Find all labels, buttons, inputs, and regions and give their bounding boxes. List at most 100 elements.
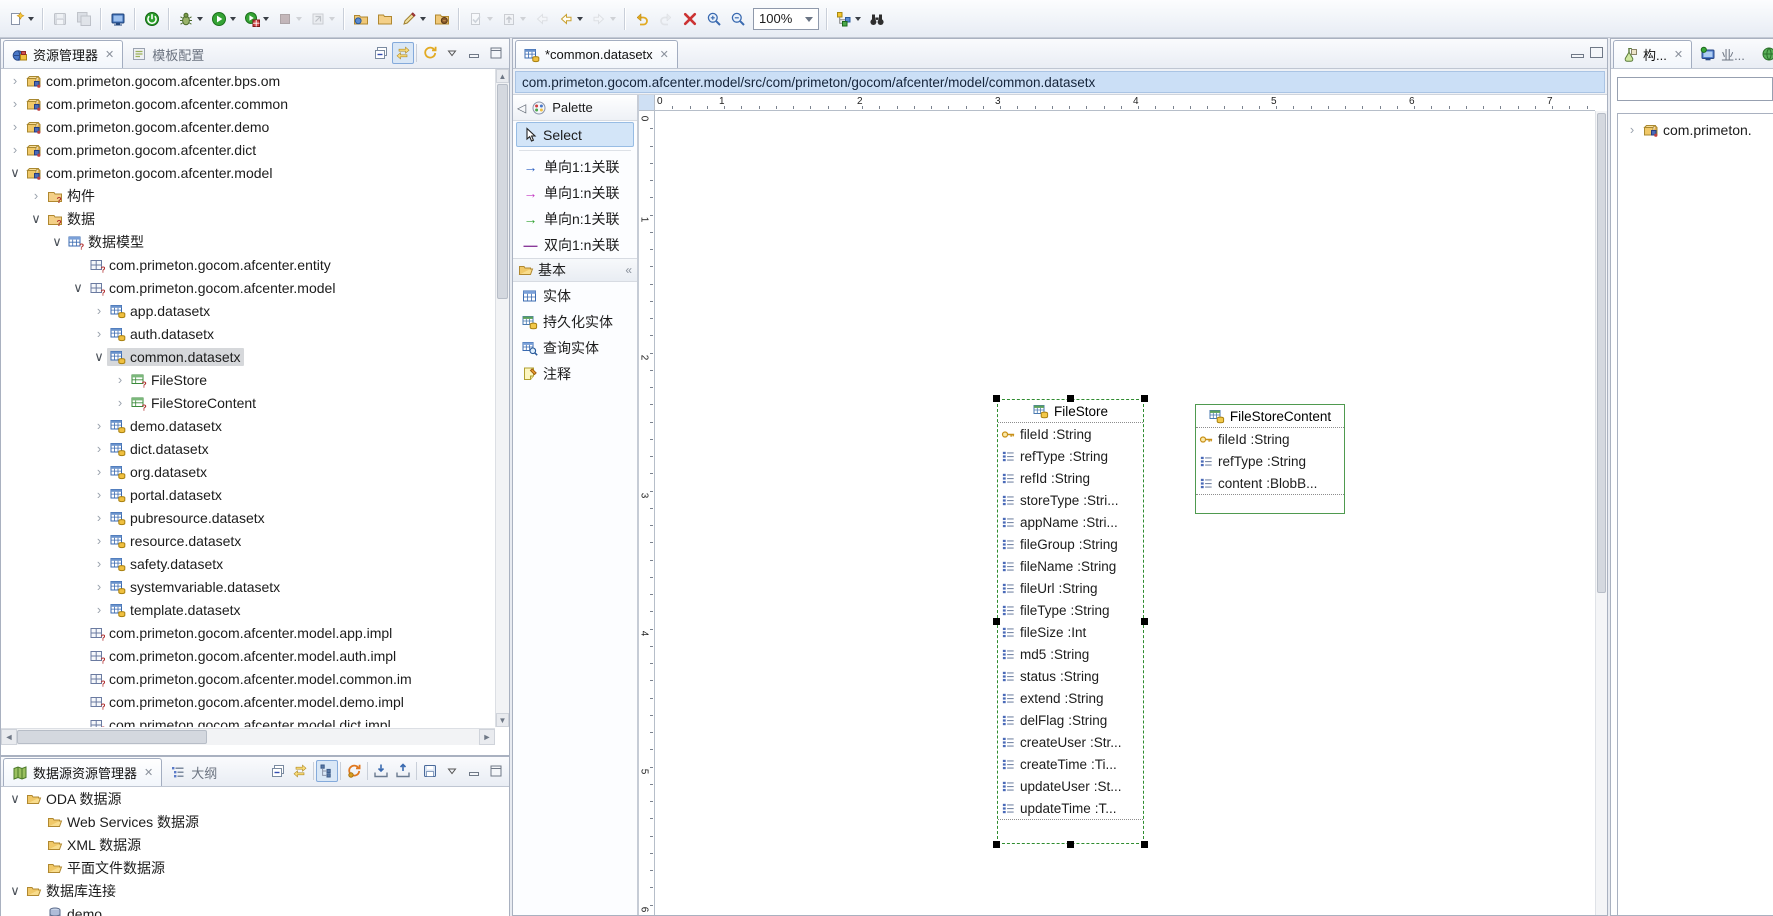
tab-datasource-explorer[interactable]: 数据源资源管理器✕ xyxy=(3,758,162,786)
close-icon[interactable]: ✕ xyxy=(142,766,153,779)
pin-icon[interactable]: « xyxy=(625,263,632,277)
expand-icon[interactable]: › xyxy=(91,556,107,571)
open-package-button[interactable] xyxy=(430,6,454,32)
scroll-up-button[interactable]: ▲ xyxy=(496,69,509,83)
expand-icon[interactable]: › xyxy=(91,579,107,594)
search-button[interactable] xyxy=(865,6,889,32)
delete-button[interactable] xyxy=(678,6,702,32)
dropdown-arrow-icon[interactable] xyxy=(230,17,236,24)
entity-field-row[interactable]: fileSize:Int xyxy=(998,621,1143,643)
entity-field-row[interactable]: refId:String xyxy=(998,467,1143,489)
collapse-icon[interactable]: ∨ xyxy=(91,349,107,365)
tree-item[interactable]: ›com.primeton.gocom.afcenter.bps.om xyxy=(1,69,495,92)
tab-partial[interactable] xyxy=(1753,40,1773,68)
save-all-button[interactable] xyxy=(72,6,96,32)
collapse-icon[interactable]: ∨ xyxy=(49,234,65,250)
expand-icon[interactable]: › xyxy=(7,96,23,111)
project-tree[interactable]: ›com.primeton.gocom.afcenter.bps.om ›com.… xyxy=(1,69,495,727)
import-profiles-button[interactable] xyxy=(370,760,392,782)
synchronize-button[interactable] xyxy=(497,6,530,32)
tree-item[interactable]: ?com.primeton.gocom.afcenter.model.demo.… xyxy=(1,690,495,713)
tree-item[interactable]: ?com.primeton.gocom.afcenter.model.app.i… xyxy=(1,621,495,644)
palette-tool[interactable]: 注释 xyxy=(516,361,634,386)
palette-group-basic[interactable]: 基本 « xyxy=(513,258,637,282)
datasource-tree[interactable]: ∨ODA 数据源Web Services 数据源XML 数据源平面文件数据源∨数… xyxy=(1,787,509,916)
dropdown-arrow-icon[interactable] xyxy=(610,17,616,24)
expand-icon[interactable]: › xyxy=(112,395,128,410)
palette-header[interactable]: ◁ Palette xyxy=(513,95,637,121)
palette-tool[interactable]: 实体 xyxy=(516,283,634,308)
new-wizard-button[interactable] xyxy=(5,6,38,32)
run-configurations-button[interactable] xyxy=(240,6,273,32)
relaunch-button[interactable] xyxy=(306,6,339,32)
start-server-button[interactable] xyxy=(140,6,164,32)
tree-item[interactable]: ∨ODA 数据源 xyxy=(1,787,509,810)
selection-handle[interactable] xyxy=(1141,618,1148,625)
minimize-button[interactable] xyxy=(463,42,485,64)
entity-title[interactable]: FileStoreContent xyxy=(1196,405,1344,428)
palette-tool[interactable]: →单向n:1关联 xyxy=(516,206,634,231)
maximize-button[interactable] xyxy=(485,42,507,64)
tree-item[interactable]: ›dict.datasetx xyxy=(1,437,495,460)
tree-item[interactable]: ›resource.datasetx xyxy=(1,529,495,552)
save-profiles-button[interactable] xyxy=(419,760,441,782)
expand-icon[interactable]: › xyxy=(7,119,23,134)
entity-field-row[interactable]: fileUrl:String xyxy=(998,577,1143,599)
tree-item[interactable]: ∨common.datasetx xyxy=(1,345,495,368)
expand-icon[interactable]: › xyxy=(7,73,23,88)
expand-icon[interactable]: › xyxy=(91,510,107,525)
entity-field-row[interactable]: appName:Stri... xyxy=(998,511,1143,533)
tree-item[interactable]: ?com.primeton.gocom.afcenter.model.auth.… xyxy=(1,644,495,667)
close-icon[interactable]: ✕ xyxy=(103,48,114,61)
dropdown-arrow-icon[interactable] xyxy=(420,17,426,24)
tree-item[interactable]: ›com.primeton.gocom.afcenter.demo xyxy=(1,115,495,138)
tree-item[interactable]: Web Services 数据源 xyxy=(1,810,509,833)
tree-item[interactable]: ›com.primeton.gocom.afcenter.dict xyxy=(1,138,495,161)
entity-field-row[interactable]: md5:String xyxy=(998,643,1143,665)
dropdown-arrow-icon[interactable] xyxy=(520,17,526,24)
breadcrumb[interactable]: com.primeton.gocom.afcenter.model/src/co… xyxy=(515,71,1605,93)
dropdown-arrow-icon[interactable] xyxy=(329,17,335,24)
tab-resource-explorer[interactable]: 资源管理器✕ xyxy=(3,40,123,68)
expand-icon[interactable]: › xyxy=(112,372,128,387)
collapse-all-button[interactable] xyxy=(370,42,392,64)
entity-field-row[interactable]: createTime:Ti... xyxy=(998,753,1143,775)
entity-field-row[interactable]: fileName:String xyxy=(998,555,1143,577)
tab-components[interactable]: 构...✕ xyxy=(1613,40,1692,68)
maximize-button[interactable] xyxy=(485,760,507,782)
selection-handle[interactable] xyxy=(1067,841,1074,848)
tree-item[interactable]: ›app.datasetx xyxy=(1,299,495,322)
selection-handle[interactable] xyxy=(993,395,1000,402)
entity-field-row[interactable]: createUser:Str... xyxy=(998,731,1143,753)
entity-field-row[interactable]: refType:String xyxy=(1196,450,1344,472)
expand-icon[interactable]: › xyxy=(91,533,107,548)
palette-tool[interactable]: —双向1:n关联 xyxy=(516,232,634,257)
dropdown-arrow-icon[interactable] xyxy=(487,17,493,24)
scroll-right-button[interactable]: ► xyxy=(479,729,495,745)
view-menu-button[interactable] xyxy=(441,42,463,64)
search-input[interactable] xyxy=(1617,77,1773,101)
stop-button[interactable] xyxy=(273,6,306,32)
close-icon[interactable]: ✕ xyxy=(1672,48,1683,61)
dropdown-arrow-icon[interactable] xyxy=(855,17,861,24)
tree-item[interactable]: ›pubresource.datasetx xyxy=(1,506,495,529)
entity-title[interactable]: FileStore xyxy=(998,400,1143,423)
diagram-canvas[interactable]: FileStorefileId:StringrefType:StringrefI… xyxy=(655,111,1595,915)
debug-button[interactable] xyxy=(174,6,207,32)
palette-tool[interactable]: 查询实体 xyxy=(516,335,634,360)
expand-icon[interactable]: › xyxy=(91,326,107,341)
tree-item[interactable]: ?com.primeton.gocom.afcenter.entity xyxy=(1,253,495,276)
check-in-button[interactable] xyxy=(464,6,497,32)
tree-mode-button[interactable] xyxy=(316,760,338,782)
refresh-schema-button[interactable] xyxy=(343,760,365,782)
tree-item[interactable]: ∨数据库连接 xyxy=(1,879,509,902)
expand-icon[interactable]: › xyxy=(91,464,107,479)
tree-item[interactable]: ›auth.datasetx xyxy=(1,322,495,345)
scrollbar-thumb[interactable] xyxy=(497,84,508,299)
tab-common-datasetx[interactable]: *common.datasetx ✕ xyxy=(515,40,678,68)
tree-item[interactable]: ›com.primeton. xyxy=(1618,118,1773,141)
palette-tool[interactable]: 持久化实体 xyxy=(516,309,634,334)
expand-icon[interactable]: › xyxy=(91,487,107,502)
forward-button[interactable] xyxy=(587,6,620,32)
tab-template-config[interactable]: 模板配置 xyxy=(123,40,212,68)
